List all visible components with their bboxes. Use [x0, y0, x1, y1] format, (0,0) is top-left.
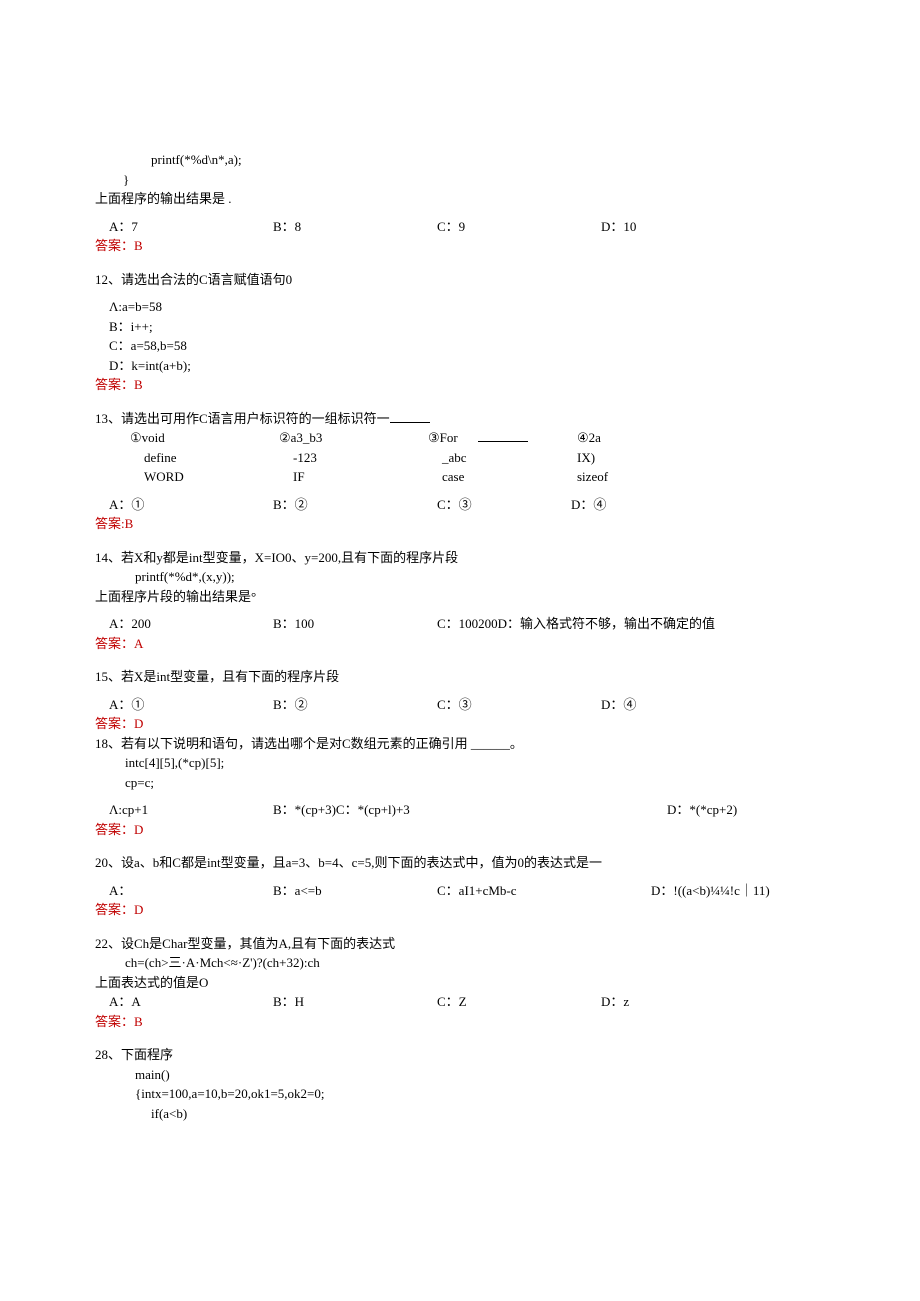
q13-stem-text: 13、请选出可用作C语言用户标识符的一组标识符一 — [95, 411, 390, 426]
q14-opt-b: B：100 — [259, 614, 423, 634]
q22-code: ch=(ch>三·A·Mch<≈·Z')?(ch+32):ch — [95, 953, 825, 973]
q22-opt-b: B：H — [259, 992, 423, 1012]
q20-stem: 20、设a、b和C都是int型变量，且a=3、b=4、c=5,则下面的表达式中，… — [95, 853, 825, 873]
q13-opt-d: D：④ — [557, 495, 606, 515]
q14-opt-a: A：200 — [95, 614, 259, 634]
q13-c1r3: WORD — [130, 467, 279, 487]
q15-opt-b: B：② — [259, 695, 423, 715]
q12-opt-c: C：a=58,b=58 — [95, 336, 825, 356]
q22-stem1: 22、设Ch是Char型变量，其值为A,且有下面的表达式 — [95, 934, 825, 954]
q13-c3r1: ③For — [428, 428, 577, 448]
q15-answer: 答案：D — [95, 714, 825, 734]
q13-c1r1: ①void — [130, 428, 279, 448]
q13-opt-a: A：① — [95, 495, 259, 515]
q13-c4r2: IX) — [577, 448, 712, 468]
q20-opt-a: A： — [95, 881, 259, 901]
q22-stem2: 上面表达式的值是O — [95, 973, 825, 993]
q14-answer: 答案：A — [95, 634, 825, 654]
q13-c3r2-text: _abc — [442, 450, 467, 465]
q20-opt-c: C：aI1+cMb-c — [423, 881, 637, 901]
q13-c3r3: case — [428, 467, 577, 487]
q13-c1r2: define — [130, 448, 279, 468]
q11-opt-b: B：8 — [259, 217, 423, 237]
q11-stem: 上面程序的输出结果是 . — [95, 189, 825, 209]
table-row: define -123 _abc IX) — [130, 448, 712, 468]
q13-opt-b: B：② — [259, 495, 423, 515]
q14-opt-c: C：100200D：输入格式符不够，输出不确定的值 — [423, 614, 715, 634]
q13-options: A：① B：② C：③ D：④ — [95, 495, 825, 515]
q11-options: A：7 B：8 C：9 D：10 — [95, 217, 825, 237]
q11-opt-d: D：10 — [587, 217, 636, 237]
q20-options: A： B：a<=b C：aI1+cMb-c D：!((a<b)¼¼!c｜11) — [95, 881, 825, 901]
q28-stem: 28、下面程序 — [95, 1045, 825, 1065]
q12-stem: 12、请选出合法的C语言赋值语句0 — [95, 270, 825, 290]
q14-code: printf(*%d*,(x,y)); — [95, 567, 825, 587]
table-row: ①void ②a3_b3 ③For ④2a — [130, 428, 712, 448]
q20-answer: 答案：D — [95, 900, 825, 920]
q20-opt-b: B：a<=b — [259, 881, 423, 901]
table-row: WORD IF case sizeof — [130, 467, 712, 487]
q11-code-1: printf(*%d\n*,a); — [95, 150, 825, 170]
q28-code1: main() — [95, 1065, 825, 1085]
q15-stem: 15、若X是int型变量，且有下面的程序片段 — [95, 667, 825, 687]
q13-c4r3: sizeof — [577, 467, 712, 487]
q18-opt-d: D：*(*cp+2) — [653, 800, 737, 820]
q22-opt-c: C：Z — [423, 992, 587, 1012]
q14-stem1: 14、若X和y都是int型变量，X=IO0、y=200,且有下面的程序片段 — [95, 548, 825, 568]
q14-options: A：200 B：100 C：100200D：输入格式符不够，输出不确定的值 — [95, 614, 825, 634]
q11-opt-c: C：9 — [423, 217, 587, 237]
q13-c3r2: _abc — [428, 448, 577, 468]
q13-stem: 13、请选出可用作C语言用户标识符的一组标识符一 — [95, 409, 825, 429]
q13-c2r1: ②a3_b3 — [279, 428, 428, 448]
q12-opt-d: D：k=int(a+b); — [95, 356, 825, 376]
q18-answer: 答案：D — [95, 820, 825, 840]
q13-c3r1-text: ③For — [428, 430, 458, 445]
q18-options: Λ:cp+1 B：*(cp+3)C：*(cp+l)+3 D：*(*cp+2) — [95, 800, 825, 820]
q15-options: A：① B：② C：③ D：④ — [95, 695, 825, 715]
q12-answer: 答案：B — [95, 375, 825, 395]
q18-code2: cp=c; — [95, 773, 825, 793]
q13-c4r1: ④2a — [577, 428, 712, 448]
q18-stem: 18、若有以下说明和语句，请选出哪个是对C数组元素的正确引用 ______。 — [95, 734, 825, 754]
q22-opt-d: D：z — [587, 992, 629, 1012]
q13-overline — [478, 441, 528, 442]
q22-answer: 答案：B — [95, 1012, 825, 1032]
q28-code3: if(a<b) — [95, 1104, 825, 1124]
q20-opt-d: D：!((a<b)¼¼!c｜11) — [637, 881, 770, 901]
q18-opt-a: Λ:cp+1 — [95, 800, 259, 820]
q22-options: A：A B：H C：Z D：z — [95, 992, 825, 1012]
q15-opt-d: D：④ — [587, 695, 636, 715]
q14-stem2: 上面程序片段的输出结果是° — [95, 587, 825, 607]
q18-opt-b: B：*(cp+3)C：*(cp+l)+3 — [259, 800, 653, 820]
q13-answer: 答案:B — [95, 514, 825, 534]
q28-code2: {intx=100,a=10,b=20,ok1=5,ok2=0; — [95, 1084, 825, 1104]
q13-opt-c: C：③ — [423, 495, 557, 515]
q15-opt-a: A：① — [95, 695, 259, 715]
q11-answer: 答案：B — [95, 236, 825, 256]
q12-opt-a: Λ:a=b=58 — [95, 297, 825, 317]
q11-opt-a: A：7 — [95, 217, 259, 237]
q18-code1: intc[4][5],(*cp)[5]; — [95, 753, 825, 773]
q13-c2r3: IF — [279, 467, 428, 487]
q15-opt-c: C：③ — [423, 695, 587, 715]
q13-blank — [390, 422, 430, 423]
q22-opt-a: A：A — [95, 992, 259, 1012]
q11-code-2: } — [95, 170, 825, 190]
q12-opt-b: B：i++; — [95, 317, 825, 337]
q13-table: ①void ②a3_b3 ③For ④2a define -123 _abc I… — [130, 428, 712, 487]
q13-c2r2: -123 — [279, 448, 428, 468]
